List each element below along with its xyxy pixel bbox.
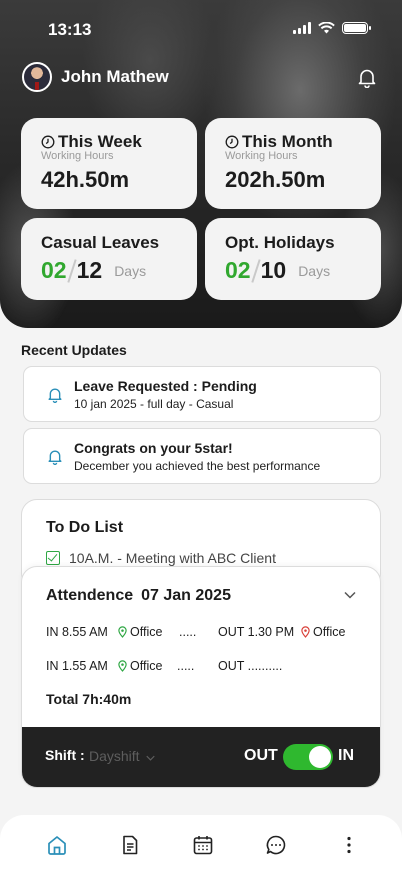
clock-icon	[225, 135, 239, 149]
shift-label: Shift :	[45, 747, 85, 763]
fraction-divider	[66, 258, 77, 283]
update-item[interactable]: Leave Requested : Pending 10 jan 2025 - …	[23, 366, 381, 422]
chat-icon[interactable]	[265, 834, 287, 856]
todo-item[interactable]: 10A.M. - Meeting with ABC Client	[46, 550, 276, 566]
status-time: 13:13	[48, 20, 92, 39]
update-item[interactable]: Congrats on your 5star! December you ach…	[23, 428, 381, 484]
clock-out-time: OUT ..........	[218, 659, 283, 673]
clock-in-location: Office	[118, 659, 162, 673]
opt-holidays-unit: Days	[298, 262, 331, 279]
toggle-out-label: OUT	[244, 747, 278, 764]
clock-in-place: Office	[130, 659, 163, 673]
signal-icon	[293, 22, 311, 34]
bottom-nav	[0, 815, 402, 874]
update-detail: December you achieved the best performan…	[74, 459, 321, 473]
bell-icon	[48, 450, 62, 465]
clock-out-location: Office	[301, 625, 345, 639]
clock-in-toggle[interactable]	[283, 744, 333, 770]
this-week-card[interactable]: This Week Working Hours 42h.50m	[21, 118, 197, 209]
attendance-total: Total 7h:40m	[46, 691, 132, 707]
todo-title: To Do List	[46, 519, 124, 536]
shift-bar: Shift : Dayshift OUT IN	[22, 727, 380, 787]
clock-in-time: IN 1.55 AM	[46, 659, 108, 673]
toggle-in-label: IN	[338, 747, 354, 764]
clock-in-time: IN 8.55 AM	[46, 625, 108, 639]
bell-icon	[48, 388, 62, 403]
clock-out-place: Office	[313, 625, 346, 639]
update-detail: 10 jan 2025 - full day - Casual	[74, 397, 234, 411]
user-profile[interactable]: John Mathew	[22, 62, 169, 92]
clock-in-place: Office	[130, 625, 163, 639]
this-week-title: This Week	[58, 132, 142, 151]
location-pin-icon	[118, 660, 127, 672]
casual-leaves-used: 02	[41, 257, 67, 283]
separator-dots: .....	[179, 625, 197, 639]
this-month-value: 202h.50m	[225, 167, 326, 192]
casual-leaves-total: 12	[76, 257, 103, 283]
home-icon[interactable]	[46, 834, 68, 856]
document-icon[interactable]	[119, 834, 141, 856]
wifi-icon	[318, 22, 335, 34]
opt-holidays-title: Opt. Holidays	[225, 233, 335, 252]
shift-value: Dayshift	[89, 748, 140, 764]
attendance-card: Attendence 07 Jan 2025 IN 8.55 AM Office…	[21, 566, 381, 788]
chevron-down-icon	[146, 755, 156, 761]
opt-holidays-total: 10	[260, 257, 287, 283]
this-week-subtitle: Working Hours	[41, 150, 114, 162]
opt-holidays-card[interactable]: Opt. Holidays 02 10 Days	[205, 218, 381, 300]
recent-updates-title: Recent Updates	[21, 342, 127, 358]
bell-icon[interactable]	[358, 68, 376, 88]
opt-holidays-used: 02	[225, 257, 251, 283]
toggle-knob	[309, 746, 331, 768]
casual-leaves-card[interactable]: Casual Leaves 02 12 Days	[21, 218, 197, 300]
clock-in-location: Office	[118, 625, 162, 639]
location-pin-icon	[301, 626, 310, 638]
this-month-title: This Month	[242, 132, 333, 151]
this-month-card[interactable]: This Month Working Hours 202h.50m	[205, 118, 381, 209]
checkbox-checked[interactable]	[46, 551, 60, 565]
fraction-divider	[250, 258, 261, 283]
this-week-value: 42h.50m	[41, 167, 130, 192]
todo-item-label: 10A.M. - Meeting with ABC Client	[69, 550, 276, 566]
separator-dots: .....	[177, 659, 195, 673]
location-pin-icon	[118, 626, 127, 638]
user-name: John Mathew	[61, 67, 169, 86]
calendar-icon[interactable]	[192, 834, 214, 856]
update-title: Leave Requested : Pending	[74, 378, 257, 394]
more-icon[interactable]	[338, 834, 360, 856]
clock-icon	[41, 135, 55, 149]
update-title: Congrats on your 5star!	[74, 440, 233, 456]
shift-select[interactable]: Dayshift	[89, 748, 156, 764]
chevron-down-icon[interactable]	[344, 591, 356, 599]
casual-leaves-title: Casual Leaves	[41, 233, 160, 252]
attendance-date: 07 Jan 2025	[141, 587, 231, 604]
casual-leaves-unit: Days	[114, 262, 147, 279]
attendance-title: Attendence	[46, 587, 134, 604]
battery-icon	[342, 22, 371, 34]
avatar[interactable]	[22, 62, 52, 92]
this-month-subtitle: Working Hours	[225, 150, 298, 162]
clock-out-time: OUT 1.30 PM	[218, 625, 295, 639]
status-bar: 13:13	[0, 18, 402, 42]
